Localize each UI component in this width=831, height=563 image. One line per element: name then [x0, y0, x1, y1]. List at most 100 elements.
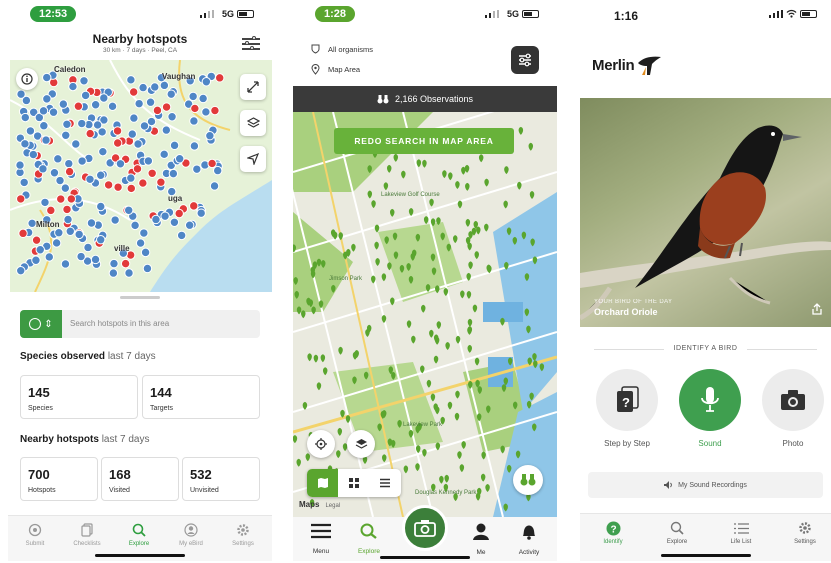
observation-pin[interactable]	[390, 297, 395, 306]
hotspot-pin[interactable]	[133, 139, 143, 149]
hotspot-pin[interactable]	[189, 201, 199, 211]
hotspot-map[interactable]: Caledon Vaughan uga Milton ville	[10, 60, 272, 292]
hotspot-pin[interactable]	[79, 76, 89, 86]
hotspot-pin[interactable]	[58, 99, 69, 109]
hotspot-pin[interactable]	[174, 208, 184, 219]
observation-pin[interactable]	[528, 142, 534, 151]
hotspot-pin[interactable]	[126, 173, 136, 183]
observation-pin[interactable]	[338, 346, 343, 355]
tab-activity[interactable]: Activity	[509, 523, 549, 556]
hotspot-pin[interactable]	[201, 107, 211, 117]
add-observation-button[interactable]	[402, 505, 448, 551]
hotspot-pin[interactable]	[198, 93, 208, 104]
hotspot-pin[interactable]	[192, 164, 202, 174]
hotspot-pin[interactable]	[96, 234, 106, 245]
hotspot-pin[interactable]	[215, 73, 225, 83]
observation-pin[interactable]	[422, 448, 427, 457]
tab-menu[interactable]: Menu	[301, 523, 341, 555]
hotspot-pin[interactable]	[51, 238, 62, 248]
observation-pin[interactable]	[383, 182, 389, 191]
observation-pin[interactable]	[301, 310, 306, 319]
sound-recordings-button[interactable]: My Sound Recordings	[588, 472, 823, 498]
hotspot-pin[interactable]	[42, 94, 52, 104]
observation-pin[interactable]	[351, 243, 356, 252]
observation-pin[interactable]	[421, 304, 426, 313]
hotspot-pin[interactable]	[127, 129, 137, 139]
hotspot-pin[interactable]	[147, 168, 157, 178]
observation-pin[interactable]	[452, 235, 458, 244]
observation-pin[interactable]	[503, 200, 508, 209]
tab-checklists[interactable]: Checklists	[62, 522, 112, 547]
observation-pin[interactable]	[467, 344, 472, 353]
hotspot-pin[interactable]	[64, 166, 75, 177]
locate-arrow-icon[interactable]	[240, 146, 266, 172]
area-filter[interactable]: Map Area	[311, 64, 360, 75]
hotspot-pin[interactable]	[103, 180, 114, 190]
hotspot-pin[interactable]	[201, 77, 212, 87]
observation-pin[interactable]	[389, 208, 395, 217]
sound-id-button[interactable]	[679, 369, 741, 431]
hotspot-pin[interactable]	[42, 72, 52, 83]
observation-pin[interactable]	[426, 379, 432, 388]
observation-pin[interactable]	[375, 258, 380, 267]
hotspot-pin[interactable]	[159, 149, 169, 160]
hotspot-pin[interactable]	[115, 159, 126, 169]
observation-pin[interactable]	[481, 451, 486, 460]
observation-pin[interactable]	[484, 178, 489, 187]
observation-pin[interactable]	[307, 353, 312, 362]
hotspot-pin[interactable]	[16, 89, 26, 99]
hotspot-pin[interactable]	[156, 177, 166, 187]
observation-pin[interactable]	[504, 166, 509, 175]
hotspot-pin[interactable]	[160, 211, 170, 221]
observation-pin[interactable]	[484, 223, 489, 232]
hotspot-pin[interactable]	[132, 164, 143, 174]
observation-pin[interactable]	[466, 290, 472, 299]
tab-life-list[interactable]: Life List	[716, 520, 766, 545]
layers-icon[interactable]	[240, 110, 266, 136]
observations-bar[interactable]: 2,166 Observations	[293, 86, 557, 112]
hotspot-pin[interactable]	[15, 160, 25, 170]
observation-pin[interactable]	[478, 154, 484, 163]
hotspot-pin[interactable]	[110, 215, 120, 225]
hotspot-pin[interactable]	[53, 154, 63, 164]
hotspot-pin[interactable]	[213, 165, 223, 176]
observation-pin[interactable]	[454, 412, 460, 421]
hotspot-pin[interactable]	[25, 126, 36, 136]
hotspot-search[interactable]: ⇕ Search hotspots in this area	[20, 310, 260, 338]
observation-pin[interactable]	[485, 484, 490, 493]
hotspot-pin[interactable]	[139, 228, 149, 238]
hotspot-pin[interactable]	[135, 238, 146, 248]
observation-pin[interactable]	[460, 290, 465, 299]
observation-pin[interactable]	[448, 172, 453, 181]
hotspot-pin[interactable]	[66, 194, 77, 204]
observation-pin[interactable]	[457, 200, 463, 209]
hotspot-pin[interactable]	[189, 116, 199, 126]
hotspot-pin[interactable]	[108, 268, 119, 278]
observation-pin[interactable]	[467, 242, 472, 251]
observation-pin[interactable]	[461, 441, 466, 450]
tab-explore[interactable]: Explore	[652, 520, 702, 545]
hotspot-pin[interactable]	[205, 131, 215, 141]
search-input[interactable]: Search hotspots in this area	[70, 319, 169, 328]
hotspot-pin[interactable]	[92, 120, 103, 130]
hotspot-pin[interactable]	[150, 82, 160, 92]
hotspot-pin[interactable]	[40, 197, 50, 208]
hotspot-pin[interactable]	[142, 263, 153, 274]
hotspot-pin[interactable]	[109, 258, 119, 269]
hotspot-pin[interactable]	[62, 204, 72, 215]
observation-pin[interactable]	[465, 218, 471, 227]
hotspot-pin[interactable]	[169, 140, 180, 151]
observation-pin[interactable]	[401, 170, 406, 179]
observation-pin[interactable]	[459, 464, 465, 473]
observation-pin[interactable]	[518, 126, 524, 135]
observation-pin[interactable]	[337, 427, 343, 436]
hotspot-pin[interactable]	[138, 178, 148, 188]
observation-pin[interactable]	[480, 473, 486, 482]
observation-pin[interactable]	[517, 181, 522, 190]
observation-pin[interactable]	[468, 261, 473, 270]
observation-pin[interactable]	[467, 318, 473, 327]
hotspot-pin[interactable]	[48, 107, 59, 117]
sheet-handle[interactable]	[120, 296, 160, 299]
hotspot-pin[interactable]	[196, 208, 206, 218]
observation-pin[interactable]	[313, 354, 319, 363]
